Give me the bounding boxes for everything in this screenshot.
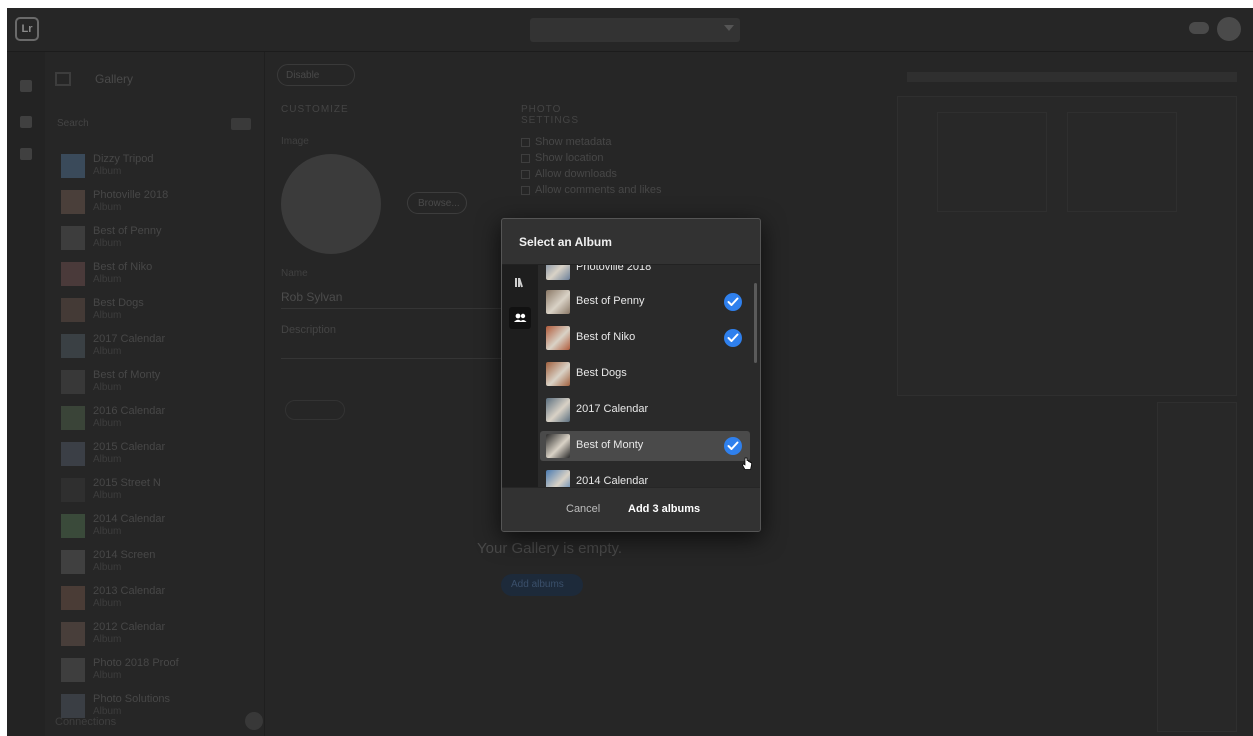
add-albums-confirm-button[interactable]: Add 3 albums — [628, 503, 700, 515]
people-icon[interactable] — [509, 307, 531, 329]
hand-cursor-icon — [742, 457, 752, 471]
album-option[interactable]: Best of Monty — [540, 431, 750, 461]
album-thumbnail — [546, 265, 570, 280]
checkmark-icon[interactable] — [724, 329, 742, 347]
album-option-label: Best of Penny — [576, 295, 645, 307]
album-option[interactable]: Best Dogs — [540, 359, 750, 389]
album-thumbnail — [546, 290, 570, 314]
album-list: Photoville 2018 Best of Penny Best of Niko… — [538, 265, 760, 487]
dialog-title: Select an Album — [519, 235, 612, 249]
album-thumbnail — [546, 434, 570, 458]
album-option-label: 2014 Calendar — [576, 475, 649, 487]
checkmark-icon[interactable] — [724, 293, 742, 311]
album-option[interactable]: 2014 Calendar — [540, 467, 750, 487]
album-option-label: Best of Monty — [576, 439, 644, 451]
album-option[interactable]: 2017 Calendar — [540, 395, 750, 425]
album-option-label: Best Dogs — [576, 367, 627, 379]
album-option-label: Photoville 2018 — [576, 265, 652, 273]
album-option[interactable]: Photoville 2018 — [540, 265, 750, 283]
checkmark-icon[interactable] — [724, 437, 742, 455]
album-option-label: Best of Niko — [576, 331, 636, 343]
album-thumbnail — [546, 398, 570, 422]
album-option[interactable]: Best of Niko — [540, 323, 750, 353]
dialog-source-rail — [502, 265, 538, 487]
album-thumbnail — [546, 470, 570, 487]
lightroom-window: Lr Gallery Search Dizzy Tripod Album Photo… — [7, 8, 1253, 736]
scrollbar[interactable] — [754, 283, 757, 363]
dialog-body: Photoville 2018 Best of Penny Best of Niko… — [502, 265, 760, 487]
dialog-footer: Cancel Add 3 albums — [502, 487, 760, 531]
album-option[interactable]: Best of Penny — [540, 287, 750, 317]
album-thumbnail — [546, 362, 570, 386]
album-thumbnail — [546, 326, 570, 350]
album-option-label: 2017 Calendar — [576, 403, 649, 415]
library-icon[interactable] — [510, 272, 530, 292]
select-album-dialog: Select an Album Photoville 2018 Best of … — [501, 218, 761, 532]
cancel-button[interactable]: Cancel — [566, 503, 600, 515]
